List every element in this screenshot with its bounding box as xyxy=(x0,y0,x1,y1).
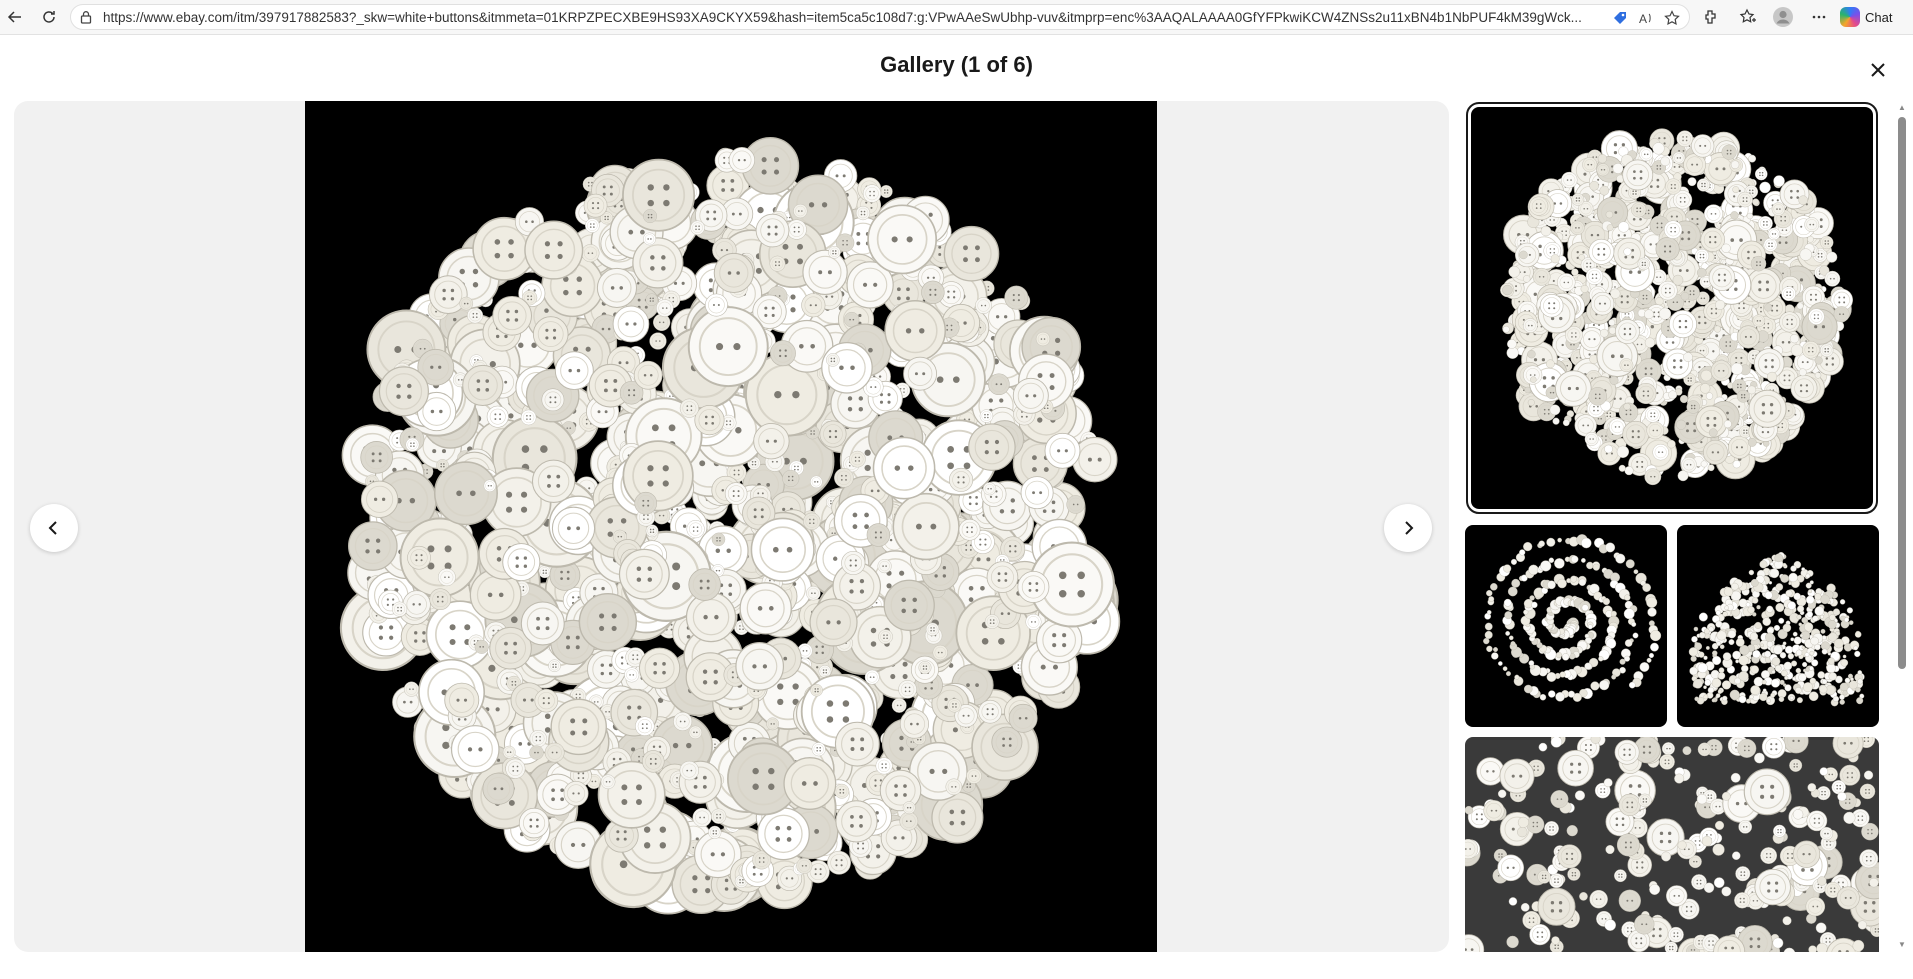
back-button[interactable] xyxy=(2,4,28,30)
profile-avatar[interactable] xyxy=(1771,5,1795,29)
read-aloud-icon[interactable]: A xyxy=(1637,9,1655,27)
thumbnail-strip xyxy=(1465,101,1879,952)
scrollbar-thumb[interactable] xyxy=(1898,117,1906,669)
close-gallery-button[interactable] xyxy=(1862,54,1894,86)
previous-image-button[interactable] xyxy=(30,504,78,552)
thumbnail-image-2 xyxy=(1483,534,1662,702)
browser-toolbar: https://www.ebay.com/itm/397917882583?_s… xyxy=(0,0,1913,35)
thumbnail-1[interactable] xyxy=(1466,102,1878,514)
thumbnail-scrollbar[interactable]: ▲ ▼ xyxy=(1895,101,1909,952)
main-product-image[interactable] xyxy=(305,101,1157,952)
extension-icon[interactable] xyxy=(1611,9,1629,27)
chevron-right-icon xyxy=(1405,521,1414,535)
svg-text:A: A xyxy=(1639,12,1647,26)
favorites-icon[interactable] xyxy=(1736,5,1760,29)
close-icon xyxy=(1871,63,1885,77)
refresh-icon xyxy=(43,11,55,23)
thumbnail-4[interactable] xyxy=(1465,737,1879,952)
tag-icon xyxy=(1614,12,1626,24)
scroll-down-arrow-icon[interactable]: ▼ xyxy=(1897,940,1907,950)
back-arrow-icon xyxy=(7,11,21,23)
favorite-star-icon[interactable] xyxy=(1663,9,1681,27)
thumbnail-2[interactable] xyxy=(1465,525,1667,727)
url-text[interactable]: https://www.ebay.com/itm/397917882583?_s… xyxy=(103,10,1663,25)
thumbnail-image-1 xyxy=(1500,128,1853,486)
scroll-up-arrow-icon[interactable]: ▲ xyxy=(1897,103,1907,113)
lock-icon xyxy=(80,11,92,24)
address-bar[interactable]: https://www.ebay.com/itm/397917882583?_s… xyxy=(70,4,1690,30)
white-buttons-pile-image xyxy=(339,137,1121,915)
thumbnail-image-4 xyxy=(1465,737,1879,952)
refresh-button[interactable] xyxy=(36,4,62,30)
chat-label: Chat xyxy=(1865,9,1893,25)
thumbnail-image-3 xyxy=(1688,552,1865,707)
copilot-icon xyxy=(1840,7,1860,27)
gallery-title: Gallery (1 of 6) xyxy=(880,52,1033,77)
chevron-left-icon xyxy=(48,521,57,535)
extensions-icon[interactable] xyxy=(1700,5,1724,29)
more-options-icon[interactable] xyxy=(1807,5,1831,29)
thumbnail-3[interactable] xyxy=(1677,525,1879,727)
next-image-button[interactable] xyxy=(1384,504,1432,552)
main-image-viewer xyxy=(14,101,1449,952)
copilot-chat-button[interactable]: Chat xyxy=(1840,5,1892,29)
avatar-icon xyxy=(1773,7,1793,27)
